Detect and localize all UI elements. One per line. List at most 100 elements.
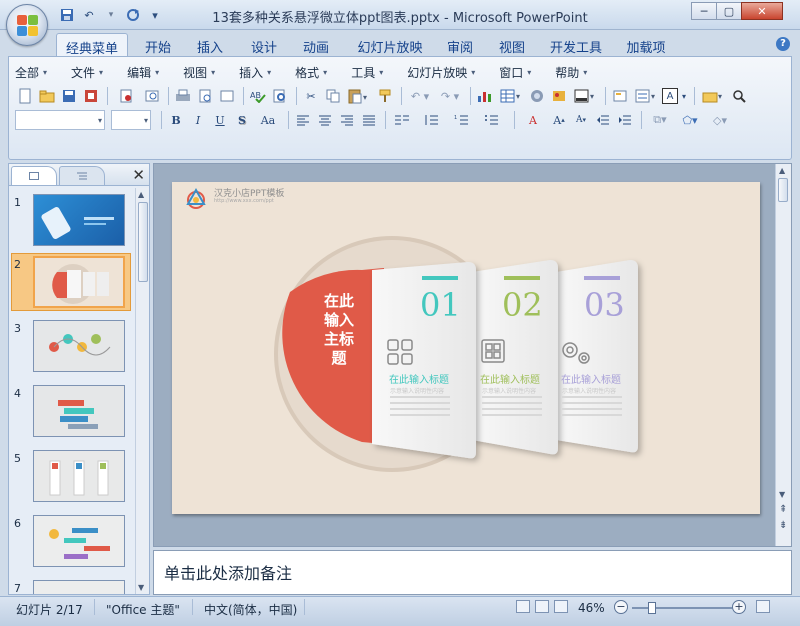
change-case-button[interactable]: Aa — [254, 110, 282, 130]
maximize-button[interactable]: ▢ — [716, 2, 742, 20]
scroll-down-icon[interactable]: ▼ — [779, 490, 785, 499]
italic-button[interactable]: I — [188, 110, 208, 130]
columns-icon[interactable] — [390, 110, 418, 130]
menu-view[interactable]: 视图 ▾ — [183, 63, 215, 81]
notes-pane[interactable]: 单击此处添加备注 — [153, 550, 792, 595]
increase-indent-icon[interactable] — [615, 110, 635, 130]
notes-placeholder[interactable]: 单击此处添加备注 — [164, 560, 292, 584]
office-button[interactable] — [6, 4, 48, 46]
save-icon[interactable] — [59, 86, 79, 106]
scroll-up-icon[interactable]: ▲ — [138, 190, 144, 199]
tab-design[interactable]: 设计 — [244, 33, 284, 56]
slide-canvas[interactable]: 汉克小店PPT模板 http://www.xxx.com/ppt 在此输入主标题… — [172, 182, 760, 514]
justify-icon[interactable] — [359, 110, 379, 130]
tab-home[interactable]: 开始 — [138, 33, 178, 56]
menu-edit[interactable]: 编辑 ▾ — [127, 63, 159, 81]
fit-to-window-icon[interactable] — [756, 600, 770, 613]
menu-slideshow[interactable]: 幻灯片放映 ▾ — [407, 63, 475, 81]
tab-view[interactable]: 视图 — [492, 33, 532, 56]
print-preview-page-icon[interactable] — [195, 86, 215, 106]
tab-classic-menu[interactable]: 经典菜单 — [56, 33, 128, 57]
slide-sorter-view-icon[interactable] — [535, 600, 549, 613]
page-setup-icon[interactable] — [217, 86, 237, 106]
menu-format[interactable]: 格式 ▾ — [295, 63, 327, 81]
print-preview-icon[interactable] — [112, 86, 140, 106]
print-icon[interactable] — [173, 86, 193, 106]
line-spacing-icon[interactable] — [420, 110, 448, 130]
previous-slide-icon[interactable]: ⇞ — [779, 504, 787, 515]
cut-icon[interactable]: ✂ — [301, 86, 321, 106]
menu-help[interactable]: 帮助 ▾ — [555, 63, 587, 81]
bullets-icon[interactable] — [480, 110, 508, 130]
zoom-search-icon[interactable] — [729, 86, 749, 106]
tab-slideshow[interactable]: 幻灯片放映 — [350, 33, 430, 56]
text-shadow-button[interactable]: S — [232, 110, 252, 130]
zoom-in-button[interactable]: + — [732, 600, 746, 614]
new-document-icon[interactable] — [15, 86, 35, 106]
tab-insert[interactable]: 插入 — [190, 33, 230, 56]
find-icon[interactable] — [270, 86, 290, 106]
normal-view-icon[interactable] — [516, 600, 530, 613]
underline-button[interactable]: U — [210, 110, 230, 130]
shapes-icon[interactable]: ⬠▾ — [676, 110, 704, 130]
undo-icon[interactable]: ↶ ▾ — [406, 86, 434, 106]
quick-styles-icon[interactable]: ◇▾ — [706, 110, 734, 130]
tab-review[interactable]: 审阅 — [440, 33, 480, 56]
thumbnail-slide-6[interactable]: 6 — [9, 513, 135, 571]
format-painter-icon[interactable] — [375, 86, 395, 106]
tab-outline[interactable] — [59, 166, 105, 185]
scroll-up-icon[interactable]: ▲ — [779, 166, 785, 175]
slide-design-icon[interactable]: ▾ — [632, 86, 660, 106]
thumbnail-slide-1[interactable]: 1 — [9, 192, 135, 250]
menu-file[interactable]: 文件 ▾ — [71, 63, 103, 81]
scrollbar-thumb[interactable] — [138, 202, 148, 282]
insert-picture-icon[interactable] — [549, 86, 569, 106]
zoom-level[interactable]: 46% — [578, 601, 605, 615]
minimize-button[interactable]: ─ — [691, 2, 717, 20]
next-slide-icon[interactable]: ⇟ — [779, 520, 787, 531]
numbering-icon[interactable]: 1 — [450, 110, 478, 130]
scroll-down-icon[interactable]: ▼ — [138, 583, 144, 592]
zoom-slider[interactable] — [632, 602, 732, 614]
redo-icon[interactable]: ↷ ▾ — [436, 86, 464, 106]
menu-insert[interactable]: 插入 ▾ — [239, 63, 271, 81]
zoom-slider-thumb[interactable] — [648, 602, 656, 614]
open-folder-dropdown-icon[interactable]: ▾ — [699, 86, 727, 106]
arrange-icon[interactable]: ⧉▾ — [646, 110, 674, 130]
thumbnail-slide-3[interactable]: 3 — [9, 318, 135, 376]
open-folder-icon[interactable] — [37, 86, 57, 106]
table-icon[interactable]: ▾ — [497, 86, 525, 106]
new-slide-icon[interactable] — [610, 86, 630, 106]
menu-window[interactable]: 窗口 ▾ — [499, 63, 531, 81]
chart-icon[interactable] — [475, 86, 495, 106]
tab-slides[interactable] — [11, 166, 57, 185]
color-grayscale-icon[interactable] — [527, 86, 547, 106]
grow-font-icon[interactable]: A ▴ — [549, 110, 569, 130]
text-box-dropdown-icon[interactable]: ▾ — [680, 86, 688, 106]
slide-layout-icon[interactable]: ▾ — [571, 86, 599, 106]
thumbnail-slide-5[interactable]: 5 — [9, 448, 135, 506]
zoom-out-button[interactable]: − — [614, 600, 628, 614]
close-button[interactable]: ✕ — [741, 2, 783, 20]
help-icon[interactable]: ? — [776, 37, 790, 51]
align-right-icon[interactable] — [337, 110, 357, 130]
spelling-icon[interactable]: AB — [248, 86, 268, 106]
research-icon[interactable] — [142, 86, 162, 106]
menu-tools[interactable]: 工具 ▾ — [351, 63, 383, 81]
scrollbar-thumb[interactable] — [778, 178, 788, 202]
thumbnail-scrollbar[interactable]: ▲ ▼ — [135, 188, 149, 594]
align-left-icon[interactable] — [293, 110, 313, 130]
slide-main-title[interactable]: 在此输入主标题 — [324, 292, 354, 368]
thumbnail-slide-7[interactable]: 7 — [9, 578, 135, 594]
font-name-combo[interactable]: ▾ — [15, 110, 105, 130]
copy-icon[interactable] — [323, 86, 343, 106]
menu-all[interactable]: 全部 ▾ — [15, 63, 47, 81]
thumbnail-slide-4[interactable]: 4 — [9, 383, 135, 441]
font-size-combo[interactable]: ▾ — [111, 110, 151, 130]
thumbnail-slide-2[interactable]: 2 — [9, 253, 135, 312]
align-center-icon[interactable] — [315, 110, 335, 130]
slide-scrollbar[interactable]: ▲ ▼ ⇞ ⇟ — [775, 164, 791, 546]
tab-addins[interactable]: 加载项 — [620, 33, 672, 56]
language-indicator[interactable]: 中文(简体，中国) — [204, 601, 297, 618]
font-color-button[interactable]: A — [519, 110, 547, 130]
